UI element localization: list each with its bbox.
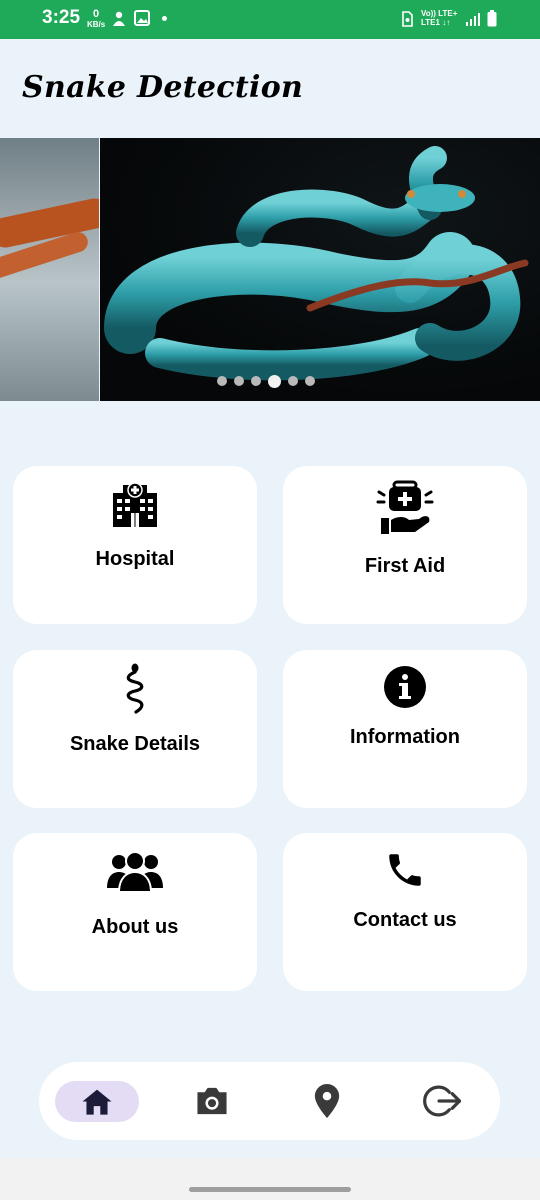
network-speed: 0 KB/s <box>87 8 106 30</box>
carousel-indicator[interactable] <box>217 374 315 388</box>
signal-icon <box>466 13 480 26</box>
carousel-dot[interactable] <box>305 376 315 386</box>
notification-dot <box>162 16 167 21</box>
information-card[interactable]: Information <box>283 650 527 808</box>
carousel-dot[interactable] <box>234 376 244 386</box>
snake-icon <box>126 663 144 714</box>
logout-icon <box>423 1085 461 1117</box>
information-label: Information <box>350 726 460 748</box>
about-us-label: About us <box>91 916 179 938</box>
network-line2: LTE1 ↓↑ <box>421 18 451 27</box>
camera-tab[interactable] <box>189 1062 235 1140</box>
network-speed-value: 0 <box>93 8 100 20</box>
home-indicator[interactable] <box>189 1187 351 1192</box>
camera-icon <box>197 1087 227 1115</box>
hospital-label: Hospital <box>95 548 175 570</box>
network-type: Vo)) LTE+ LTE1 ↓↑ <box>421 9 457 27</box>
status-time: 3:25 <box>42 7 81 28</box>
carousel-dot-active[interactable] <box>268 374 281 388</box>
hospital-card[interactable]: Hospital <box>13 466 257 624</box>
network-speed-unit: KB/s <box>87 20 106 29</box>
bottom-navigation <box>39 1062 500 1140</box>
first-aid-kit-icon <box>376 480 434 534</box>
first-aid-label: First Aid <box>364 555 446 577</box>
battery-icon <box>487 10 497 27</box>
contact-us-card[interactable]: Contact us <box>283 833 527 991</box>
group-icon <box>107 851 163 892</box>
home-tab[interactable] <box>55 1081 139 1122</box>
network-line1: Vo)) LTE+ <box>421 9 458 18</box>
carousel-dot[interactable] <box>251 376 261 386</box>
first-aid-card[interactable]: First Aid <box>283 466 527 624</box>
info-icon <box>384 666 426 708</box>
location-pin-icon <box>314 1084 340 1118</box>
system-navigation-area <box>0 1158 540 1200</box>
sim-icon <box>402 11 413 27</box>
notification-app-icon <box>113 11 125 26</box>
snake-details-card[interactable]: Snake Details <box>13 650 257 808</box>
contact-us-label: Contact us <box>353 909 457 931</box>
about-us-card[interactable]: About us <box>13 833 257 991</box>
status-bar: 3:25 0 KB/s Vo)) LTE+ LTE1 ↓↑ <box>0 0 540 39</box>
hospital-icon <box>113 482 157 527</box>
location-tab[interactable] <box>309 1062 345 1140</box>
snake-photo <box>104 146 529 381</box>
carousel-dot[interactable] <box>288 376 298 386</box>
snake-details-label: Snake Details <box>69 733 201 755</box>
page-title: Snake Detection <box>22 70 304 105</box>
logout-tab[interactable] <box>421 1062 463 1140</box>
home-icon <box>82 1089 112 1115</box>
carousel-current-slide[interactable] <box>100 138 540 401</box>
gallery-icon <box>134 10 150 26</box>
carousel-previous-slide[interactable] <box>0 138 99 401</box>
carousel-dot[interactable] <box>217 376 227 386</box>
phone-icon <box>389 854 421 886</box>
